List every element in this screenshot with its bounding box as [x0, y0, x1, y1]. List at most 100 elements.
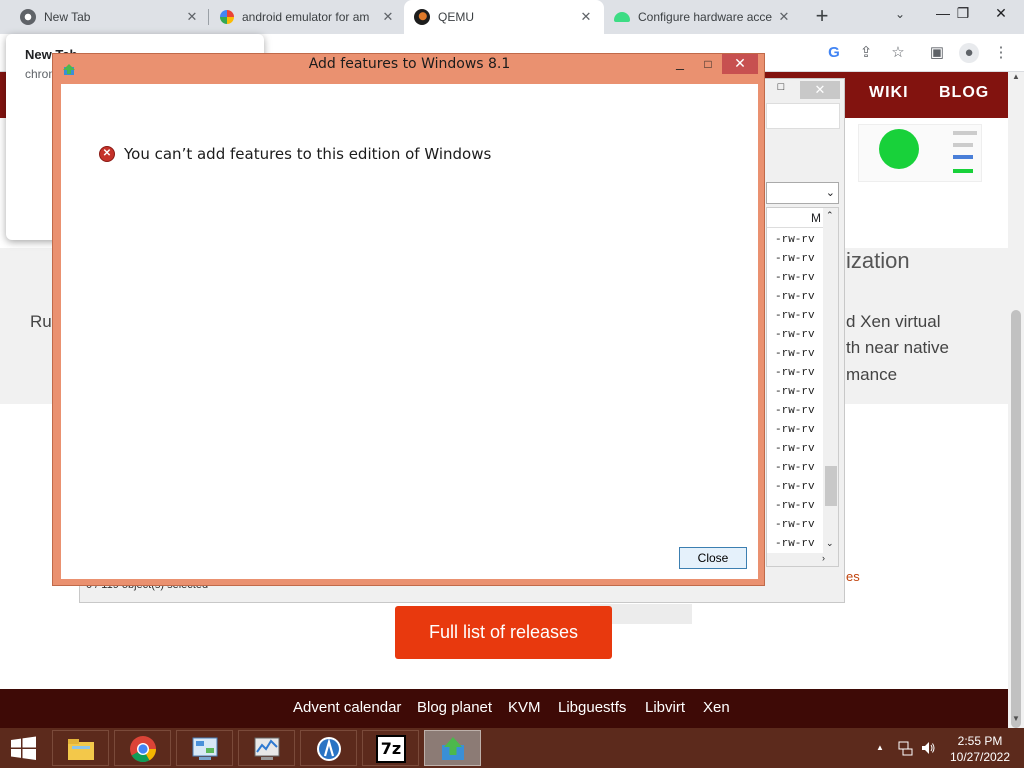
- restore-window-button[interactable]: ❐: [944, 0, 982, 30]
- bookmark-star-icon[interactable]: ☆: [888, 43, 908, 63]
- file-row-permissions[interactable]: -rw-rv: [775, 310, 815, 322]
- taskbar: 7z ▲ 2:55 PM 10/27/2022: [0, 728, 1024, 768]
- tab-qemu[interactable]: QEMU ✕: [404, 0, 604, 34]
- scroll-down-arrow-icon[interactable]: ⌄: [826, 538, 834, 549]
- file-row-permissions[interactable]: -rw-rv: [775, 272, 815, 284]
- horizontal-scrollbar[interactable]: ›: [767, 553, 838, 566]
- android-studio-icon: [317, 737, 341, 761]
- hero-text-line: mance: [846, 365, 898, 384]
- file-manager-toolbar: [766, 103, 840, 129]
- show-hidden-icons-button[interactable]: ▲: [876, 743, 884, 752]
- footer-link-libguestfs[interactable]: Libguestfs: [558, 699, 626, 716]
- maximize-icon[interactable]: □: [694, 54, 722, 74]
- file-row-permissions[interactable]: -rw-rv: [775, 519, 815, 531]
- file-row-permissions[interactable]: -rw-rv: [775, 348, 815, 360]
- footer-link-advent-calendar[interactable]: Advent calendar: [293, 699, 401, 716]
- file-list-scrollbar[interactable]: ⌃ ⌄: [823, 208, 838, 553]
- menu-icon[interactable]: ⋮: [991, 43, 1011, 63]
- file-row-permissions[interactable]: -rw-rv: [775, 367, 815, 379]
- add-features-dialog: Add features to Windows 8.1 _ □ ✕ ✕ You …: [52, 53, 765, 586]
- tab-configure-hardware[interactable]: Configure hardware acce ✕: [604, 0, 802, 34]
- file-row-permissions[interactable]: -rw-rv: [775, 234, 815, 246]
- sidebar-icon[interactable]: ▣: [927, 43, 947, 63]
- taskbar-add-features[interactable]: [424, 730, 481, 766]
- file-row-permissions[interactable]: -rw-rv: [775, 386, 815, 398]
- close-tab-icon[interactable]: ✕: [380, 9, 396, 25]
- screenshot-bar: [953, 131, 977, 135]
- taskbar-chrome[interactable]: [114, 730, 171, 766]
- tab-new-tab[interactable]: New Tab ✕: [10, 0, 210, 34]
- hero-title: ization: [846, 248, 910, 273]
- maximize-icon[interactable]: □: [766, 81, 796, 99]
- close-icon[interactable]: ✕: [800, 81, 840, 99]
- google-icon: [220, 10, 234, 24]
- tab-title: QEMU: [438, 10, 474, 24]
- file-row-permissions[interactable]: -rw-rv: [775, 462, 815, 474]
- nav-blog-link[interactable]: BLOG: [939, 84, 989, 102]
- taskbar-7zip[interactable]: 7z: [362, 730, 419, 766]
- new-tab-button[interactable]: +: [810, 4, 834, 30]
- tab-title: Configure hardware acce: [638, 10, 773, 24]
- file-row-permissions[interactable]: -rw-rv: [775, 329, 815, 341]
- file-list[interactable]: M -rw-rv -rw-rv -rw-rv -rw-rv -rw-rv -rw-rv -r…: [766, 207, 839, 567]
- volume-icon[interactable]: [920, 740, 936, 756]
- footer-link-xen[interactable]: Xen: [703, 699, 730, 716]
- browser-tab-strip: New Tab ✕ android emulator for am ✕ QEMU…: [0, 0, 1024, 34]
- footer-link-libvirt[interactable]: Libvirt: [645, 699, 685, 716]
- error-message: You can’t add features to this edition o…: [124, 145, 492, 163]
- resource-monitor-icon: [254, 737, 280, 760]
- taskbar-clock[interactable]: 2:55 PM 10/27/2022: [944, 733, 1016, 765]
- scroll-down-arrow-icon[interactable]: ▼: [1008, 714, 1024, 728]
- 7zip-icon: 7z: [376, 735, 406, 763]
- green-circle-graphic: [879, 129, 919, 169]
- scroll-up-arrow-icon[interactable]: ⌃: [826, 210, 834, 221]
- scroll-right-arrow-icon[interactable]: ›: [822, 553, 825, 563]
- file-row-permissions[interactable]: -rw-rv: [775, 253, 815, 265]
- taskbar-android-studio[interactable]: [300, 730, 357, 766]
- file-row-permissions[interactable]: -rw-rv: [775, 291, 815, 303]
- dialog-title: Add features to Windows 8.1: [308, 56, 511, 72]
- close-button[interactable]: Close: [679, 547, 747, 569]
- column-header[interactable]: M: [767, 208, 823, 228]
- tab-search-button[interactable]: ⌄: [890, 7, 910, 27]
- full-list-of-releases-button[interactable]: Full list of releases: [395, 606, 612, 659]
- share-icon[interactable]: ⇪: [856, 43, 876, 63]
- tab-title: New Tab: [44, 10, 91, 24]
- close-window-button[interactable]: ✕: [982, 0, 1020, 30]
- qemu-icon: [414, 9, 430, 25]
- file-row-permissions[interactable]: -rw-rv: [775, 481, 815, 493]
- taskbar-file-explorer[interactable]: [52, 730, 109, 766]
- scroll-up-arrow-icon[interactable]: ▲: [1008, 72, 1024, 86]
- footer-link-kvm[interactable]: KVM: [508, 699, 541, 716]
- scroll-thumb[interactable]: [1011, 310, 1021, 728]
- file-row-permissions[interactable]: -rw-rv: [775, 443, 815, 455]
- close-tab-icon[interactable]: ✕: [184, 9, 200, 25]
- network-icon[interactable]: [898, 740, 914, 756]
- error-icon: ✕: [99, 146, 115, 162]
- start-button-windows-icon[interactable]: [0, 728, 48, 768]
- site-footer: Advent calendar Blog planet KVM Libguest…: [0, 689, 1008, 728]
- minimize-icon[interactable]: _: [666, 54, 694, 74]
- taskbar-control-panel[interactable]: [176, 730, 233, 766]
- file-row-permissions[interactable]: -rw-rv: [775, 424, 815, 436]
- nav-wiki-link[interactable]: WIKI: [869, 84, 909, 102]
- file-row-permissions[interactable]: -rw-rv: [775, 500, 815, 512]
- footer-link-blog-planet[interactable]: Blog planet: [417, 699, 492, 716]
- tab-android-emulator[interactable]: android emulator for am ✕: [210, 0, 406, 34]
- hero-left-text: Ru: [30, 312, 52, 331]
- google-lens-icon[interactable]: G: [824, 43, 844, 63]
- scroll-thumb[interactable]: [825, 466, 837, 506]
- close-icon[interactable]: ✕: [722, 54, 758, 74]
- close-tab-icon[interactable]: ✕: [776, 9, 792, 25]
- page-scrollbar[interactable]: ▲ ▼: [1008, 72, 1024, 728]
- path-combobox[interactable]: ⌄: [766, 182, 839, 204]
- file-row-permissions[interactable]: -rw-rv: [775, 538, 815, 550]
- hero-text-line: d Xen virtual: [846, 312, 941, 331]
- close-tab-icon[interactable]: ✕: [578, 9, 594, 25]
- profile-icon[interactable]: ●: [959, 43, 979, 63]
- hero-screenshot: [858, 124, 982, 182]
- taskbar-resource-monitor[interactable]: [238, 730, 295, 766]
- file-row-permissions[interactable]: -rw-rv: [775, 405, 815, 417]
- add-features-icon: [442, 737, 464, 760]
- releases-link[interactable]: es: [846, 569, 860, 584]
